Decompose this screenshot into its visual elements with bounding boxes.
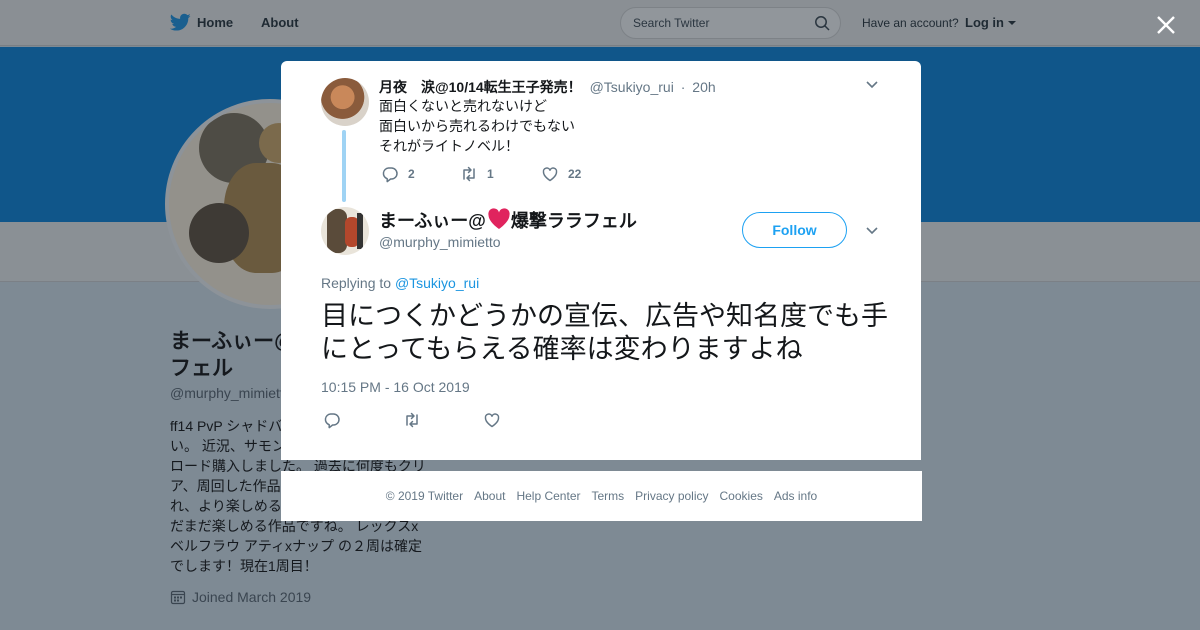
search-icon[interactable] (814, 15, 830, 31)
replying-to: Replying to @Tsukiyo_rui (321, 275, 479, 291)
twitter-bird-icon[interactable] (170, 13, 191, 32)
separator-dot: · (680, 79, 686, 95)
main-tweet-actions (323, 411, 501, 429)
retweet-icon (463, 166, 475, 182)
close-icon[interactable] (1152, 11, 1180, 39)
calendar-icon (170, 590, 186, 605)
replying-to-handle-link[interactable]: @Tsukiyo_rui (395, 275, 479, 291)
profile-handle: @murphy_mimietto (170, 385, 292, 401)
context-tweet-time[interactable]: 20h (692, 79, 715, 95)
footer-links: © 2019 Twitter About Help Center Terms P… (281, 471, 922, 521)
follow-button[interactable]: Follow (742, 212, 847, 248)
context-tweet-avatar[interactable] (321, 78, 369, 126)
nav-home-link[interactable]: Home (197, 15, 233, 30)
search-placeholder: Search Twitter (633, 16, 710, 30)
author-name-suffix: 爆撃ララフェル (510, 211, 637, 231)
footer-link-about[interactable]: About (474, 489, 505, 503)
footer-link-cookies[interactable]: Cookies (720, 489, 763, 503)
like-count: 22 (568, 167, 582, 181)
reply-count: 2 (408, 167, 415, 181)
chevron-down-icon[interactable] (864, 78, 880, 92)
context-tweet-header: 月夜 涙@10/14転生王子発売！ @Tsukiyo_rui · 20h (379, 77, 716, 97)
retweet-icon (406, 412, 418, 428)
context-tweet-actions: 2 1 22 (381, 165, 581, 183)
main-tweet-timestamp[interactable]: 10:15 PM - 16 Oct 2019 (321, 379, 470, 395)
footer-link-ads-info[interactable]: Ads info (774, 489, 817, 503)
retweet-button[interactable]: 1 (460, 165, 541, 183)
like-button[interactable]: 22 (541, 165, 581, 183)
footer-link-privacy-policy[interactable]: Privacy policy (635, 489, 708, 503)
search-input[interactable]: Search Twitter (620, 7, 841, 39)
like-button[interactable] (483, 411, 501, 429)
context-tweet-author-name[interactable]: 月夜 涙@10/14転生王子発売！ (379, 79, 582, 95)
chevron-down-icon[interactable] (864, 224, 880, 238)
nav-about-link[interactable]: About (261, 15, 299, 30)
footer-link-help-center[interactable]: Help Center (516, 489, 580, 503)
reply-icon (324, 413, 340, 429)
main-tweet-author-name[interactable]: まーふぃー@ 爆撃ララフェル (379, 207, 637, 233)
tweet-modal: 月夜 涙@10/14転生王子発売！ @Tsukiyo_rui · 20h 面白く… (281, 61, 921, 460)
replying-to-label: Replying to (321, 275, 392, 291)
main-tweet-author-handle[interactable]: @murphy_mimietto (379, 234, 501, 250)
thread-line (342, 130, 346, 202)
main-tweet-avatar[interactable] (321, 207, 369, 255)
main-tweet-text: 目につくかどうかの宣伝、広告や知名度でも手にとってもらえる確率は変わりますよね (321, 301, 888, 364)
top-navigation: Home About Search Twitter Have an accoun… (0, 0, 1200, 46)
context-tweet-line: 面白いから売れるわけでもない (379, 118, 575, 134)
reply-button[interactable]: 2 (381, 165, 460, 183)
reply-button[interactable] (323, 411, 403, 429)
chevron-down-icon[interactable] (1008, 21, 1016, 25)
joined-text: Joined March 2019 (192, 589, 312, 605)
heart-icon (484, 413, 500, 428)
retweet-count: 1 (487, 167, 494, 181)
footer-copyright[interactable]: © 2019 Twitter (386, 489, 463, 503)
login-link[interactable]: Log in (965, 15, 1004, 30)
retweet-button[interactable] (403, 411, 483, 429)
footer-link-terms[interactable]: Terms (591, 489, 624, 503)
reply-icon (382, 167, 398, 183)
have-account-text: Have an account? (862, 16, 959, 30)
context-tweet-author-handle[interactable]: @Tsukiyo_rui (590, 79, 674, 95)
author-name-prefix: まーふぃー@ (379, 211, 486, 231)
red-heart-emoji-icon (488, 208, 510, 229)
heart-icon (542, 167, 558, 182)
context-tweet-text: 面白くないと売れないけど 面白いから売れるわけでもない それがライトノベル！ (379, 96, 575, 156)
context-tweet-line: それがライトノベル！ (379, 138, 519, 154)
joined-date: Joined March 2019 (170, 589, 311, 605)
context-tweet-line: 面白くないと売れないけど (379, 98, 547, 114)
